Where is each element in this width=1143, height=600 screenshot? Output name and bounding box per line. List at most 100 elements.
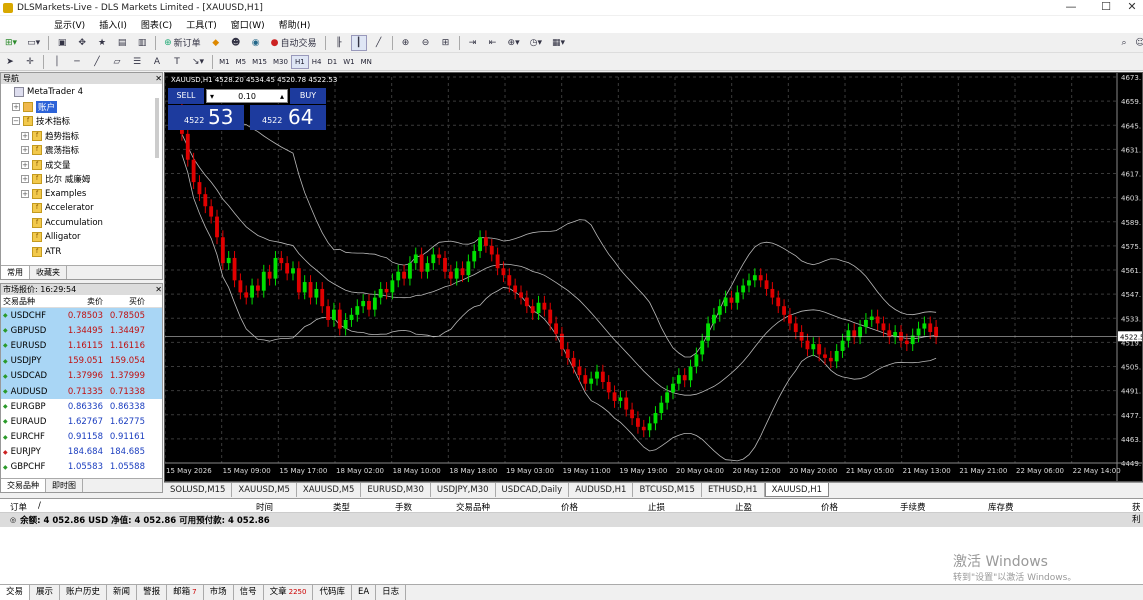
terminal-col-header[interactable]: 订单 bbox=[10, 501, 27, 513]
expand-icon[interactable]: + bbox=[21, 160, 29, 169]
trendline-icon[interactable]: ╱ bbox=[89, 54, 105, 70]
terminal-icon[interactable]: ▤ bbox=[114, 35, 130, 51]
expand-icon[interactable]: + bbox=[21, 131, 29, 140]
sell-price[interactable]: 4522 53 bbox=[168, 105, 244, 130]
chart-tab[interactable]: BTCUSD,M15 bbox=[633, 483, 702, 497]
market-watch-row[interactable]: ◆ GBPCHF 1.05583 1.05588 bbox=[1, 460, 162, 475]
new-order-button[interactable]: ⊕ 新订单 bbox=[161, 35, 204, 51]
chart-tab[interactable]: USDCAD,Daily bbox=[496, 483, 570, 497]
timeframe-d1[interactable]: D1 bbox=[324, 55, 340, 69]
terminal-col-header[interactable]: 止损 bbox=[648, 501, 665, 513]
navigator-item[interactable]: − f 技术指标 bbox=[3, 114, 162, 129]
search-icon[interactable]: ⌕ bbox=[1116, 35, 1132, 51]
timeframe-h4[interactable]: H4 bbox=[309, 55, 325, 69]
expand-icon[interactable]: + bbox=[12, 102, 20, 111]
market-watch-row[interactable]: ◆ GBPUSD 1.34495 1.34497 bbox=[1, 323, 162, 339]
terminal-col-header[interactable]: 交易品种 bbox=[456, 501, 490, 513]
menu-charts[interactable]: 图表(C) bbox=[135, 18, 180, 31]
line-chart-icon[interactable]: ╱ bbox=[371, 35, 387, 51]
expand-icon[interactable]: + bbox=[21, 189, 29, 198]
tile-windows-icon[interactable]: ⊞ bbox=[438, 35, 454, 51]
menu-insert[interactable]: 插入(I) bbox=[93, 18, 135, 31]
col-symbol[interactable]: 交易品种 bbox=[1, 296, 63, 307]
terminal-col-header[interactable]: 价格 bbox=[561, 501, 578, 513]
terminal-tab[interactable]: 文章 2250 bbox=[264, 585, 314, 600]
price-chart[interactable]: 4673. 4659. 4645. 4631. 4617. 4603. 4589. 4575.… bbox=[164, 73, 1143, 481]
terminal-tab[interactable]: EA bbox=[352, 585, 377, 600]
tab-tick-chart[interactable]: 即时图 bbox=[46, 479, 83, 492]
navigator-item[interactable]: f Alligator bbox=[3, 230, 162, 245]
navigator-item[interactable]: f ATR bbox=[3, 245, 162, 260]
chart-window[interactable]: 4673. 4659. 4645. 4631. 4617. 4603. 4589. 4575.… bbox=[164, 72, 1143, 482]
templates-icon[interactable]: ▦▾ bbox=[549, 35, 568, 51]
tab-common[interactable]: 常用 bbox=[1, 266, 30, 279]
close-icon[interactable]: ✕ bbox=[155, 285, 162, 294]
auto-trade-button[interactable]: ● 自动交易 bbox=[268, 35, 320, 51]
expand-icon[interactable]: − bbox=[12, 117, 20, 126]
symbol-cell[interactable]: ◆ GBPCHF bbox=[1, 462, 63, 472]
market-watch-row[interactable]: ◆ EURGBP 0.86336 0.86338 bbox=[1, 399, 162, 414]
bar-chart-icon[interactable]: ╟ bbox=[331, 35, 347, 51]
market-watch-row[interactable]: ◆ USDCAD 1.37996 1.37999 bbox=[1, 368, 162, 384]
terminal-col-header[interactable]: 手数 bbox=[395, 501, 412, 513]
terminal-tab[interactable]: 账户历史 bbox=[60, 585, 108, 600]
chart-tab[interactable]: ETHUSD,H1 bbox=[702, 483, 765, 497]
terminal-col-header[interactable]: 库存费 bbox=[988, 501, 1014, 513]
timeframe-m1[interactable]: M1 bbox=[216, 55, 233, 69]
chart-tab[interactable]: XAUUSD,M5 bbox=[232, 483, 297, 497]
metaeditor-icon[interactable]: ◆ bbox=[208, 35, 224, 51]
navigator-item[interactable]: f Accumulation bbox=[3, 216, 162, 231]
navigator-item[interactable]: + f 震荡指标 bbox=[3, 143, 162, 158]
close-button[interactable]: ✕ bbox=[1118, 0, 1143, 15]
tab-symbols[interactable]: 交易品种 bbox=[1, 479, 46, 492]
zoom-in-icon[interactable]: ⊕ bbox=[398, 35, 414, 51]
zoom-out-icon[interactable]: ⊖ bbox=[418, 35, 434, 51]
market-watch-row[interactable]: ◆ EURCHF 0.91158 0.91161 bbox=[1, 430, 162, 445]
navigator-item[interactable]: + f 趋势指标 bbox=[3, 129, 162, 144]
symbol-cell[interactable]: ◆ USDCHF bbox=[1, 311, 63, 321]
lot-stepper[interactable]: ▾ 0.10 ▴ bbox=[206, 89, 288, 103]
symbol-cell[interactable]: ◆ USDCAD bbox=[1, 371, 63, 381]
chart-shift-icon[interactable]: ⇤ bbox=[485, 35, 501, 51]
vertical-line-icon[interactable]: │ bbox=[49, 54, 65, 70]
terminal-tab[interactable]: 展示 bbox=[30, 585, 61, 600]
expand-icon[interactable]: + bbox=[21, 175, 29, 184]
timeframe-m30[interactable]: M30 bbox=[270, 55, 291, 69]
text-icon[interactable]: A bbox=[149, 54, 165, 70]
navigator-icon[interactable]: ★ bbox=[94, 35, 110, 51]
autoscroll-icon[interactable]: ⇥ bbox=[465, 35, 481, 51]
timeframe-h1[interactable]: H1 bbox=[290, 55, 309, 69]
horizontal-line-icon[interactable]: ─ bbox=[69, 54, 85, 70]
terminal-tab[interactable]: 市场 bbox=[204, 585, 234, 600]
data-window-icon[interactable]: ✥ bbox=[74, 35, 90, 51]
symbol-cell[interactable]: ◆ GBPUSD bbox=[1, 326, 63, 336]
timeframe-w1[interactable]: W1 bbox=[340, 55, 357, 69]
periods-icon[interactable]: ◷▾ bbox=[527, 35, 545, 51]
menu-tools[interactable]: 工具(T) bbox=[180, 18, 225, 31]
terminal-col-header[interactable]: 手续费 bbox=[900, 501, 926, 513]
chart-tab[interactable]: EURUSD,M30 bbox=[361, 483, 431, 497]
balance-row[interactable]: ◎ 余额: 4 052.86 USD 净值: 4 052.86 可用预付款: 4 … bbox=[0, 513, 1143, 527]
col-bid[interactable]: 卖价 bbox=[63, 296, 105, 307]
symbol-cell[interactable]: ◆ EURAUD bbox=[1, 417, 63, 427]
terminal-tab[interactable]: 日志 bbox=[376, 585, 407, 600]
chart-tab[interactable]: AUDUSD,H1 bbox=[569, 483, 634, 497]
terminal-col-header[interactable]: / bbox=[38, 501, 41, 511]
symbol-cell[interactable]: ◆ EURGBP bbox=[1, 402, 63, 412]
terminal-tab[interactable]: 代码库 bbox=[313, 585, 352, 600]
fibo-icon[interactable]: ☰ bbox=[129, 54, 145, 70]
col-ask[interactable]: 买价 bbox=[105, 296, 147, 307]
sell-button[interactable]: SELL bbox=[168, 88, 204, 104]
terminal-col-header[interactable]: 类型 bbox=[333, 501, 350, 513]
terminal-tab[interactable]: 信号 bbox=[234, 585, 264, 600]
minimize-button[interactable]: — bbox=[1057, 0, 1085, 15]
globe-icon[interactable]: ◉ bbox=[248, 35, 264, 51]
timeframe-m15[interactable]: M15 bbox=[249, 55, 270, 69]
navigator-item[interactable]: + f 成交量 bbox=[3, 158, 162, 173]
lot-value[interactable]: 0.10 bbox=[217, 92, 277, 101]
crosshair-icon[interactable]: ✛ bbox=[22, 54, 38, 70]
navigator-item[interactable]: + 账户 bbox=[3, 100, 162, 115]
navigator-item[interactable]: + f 比尔 威廉姆 bbox=[3, 172, 162, 187]
profiles-icon[interactable]: ▭▾ bbox=[24, 35, 43, 51]
navigator-item[interactable]: + f Examples bbox=[3, 187, 162, 202]
